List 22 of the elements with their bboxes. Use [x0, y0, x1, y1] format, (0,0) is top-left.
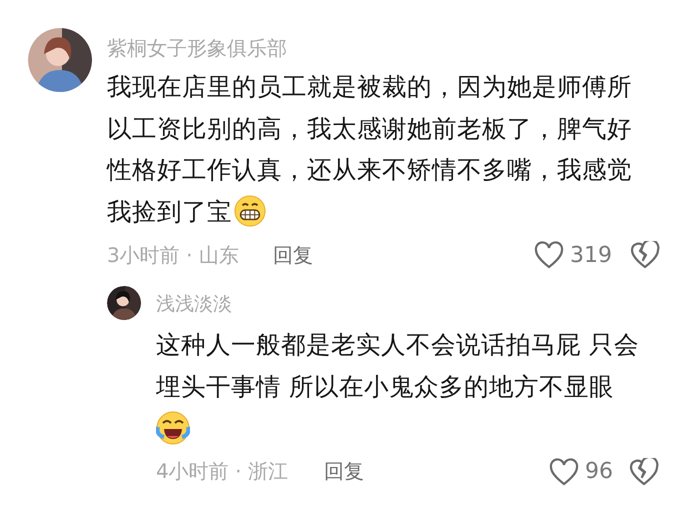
- comment-text: 埋头干事情 所以在小鬼众多的地方不显眼: [156, 370, 614, 402]
- like-button[interactable]: 319: [534, 241, 630, 269]
- comment-text: 这种人一般都是老实人不会说话拍马屁 只会: [156, 329, 639, 361]
- time-location: 4小时前 · 浙江: [156, 458, 288, 485]
- broken-heart-icon: [630, 241, 660, 269]
- comment-text: 我捡到了宝: [107, 196, 232, 228]
- reply-button[interactable]: 回复: [324, 458, 364, 485]
- comment-text: 以工资比别的高，我太感谢她前老板了，脾气好: [107, 112, 632, 144]
- grinning-face-icon: [234, 195, 266, 228]
- broken-heart-icon: [629, 458, 659, 486]
- time-location: 3小时前 · 山东: [107, 242, 239, 268]
- laughing-crying-face-icon: [156, 410, 190, 445]
- reply-button[interactable]: 回复: [272, 242, 313, 268]
- dislike-button[interactable]: [630, 241, 660, 269]
- dislike-button[interactable]: [629, 458, 659, 486]
- heart-icon: [549, 458, 579, 486]
- like-button[interactable]: 96: [549, 458, 629, 486]
- comment-text: 我现在店里的员工就是被裁的，因为她是师傅所: [107, 71, 632, 103]
- username[interactable]: 浅浅淡淡: [156, 292, 232, 316]
- username[interactable]: 紫桐女子形象俱乐部: [107, 36, 287, 60]
- heart-icon: [534, 241, 564, 269]
- comment-text: 性格好工作认真，还从来不矫情不多嘴，我感觉: [107, 154, 632, 186]
